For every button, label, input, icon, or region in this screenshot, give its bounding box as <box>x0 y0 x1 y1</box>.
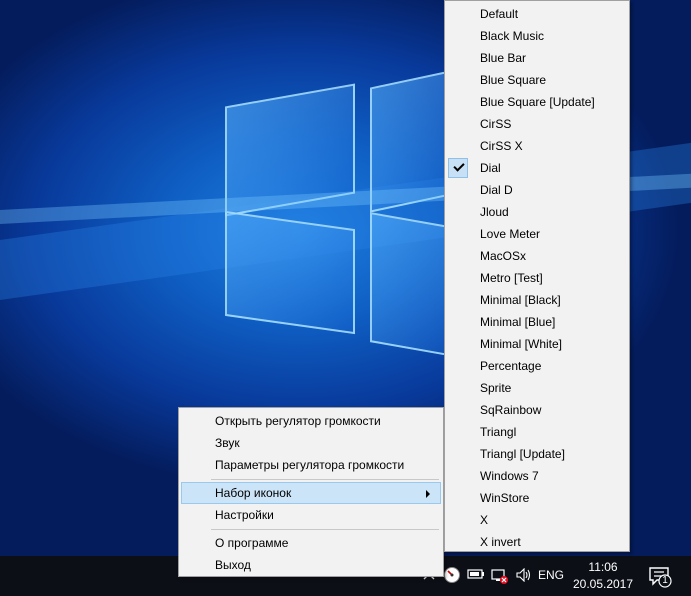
skin-item-label: Minimal [Blue] <box>480 315 556 329</box>
skin-item-minimal-white[interactable]: Minimal [White] <box>447 333 627 355</box>
menu-separator <box>211 529 439 530</box>
skin-item-label: X <box>480 513 489 527</box>
skin-item-label: Windows 7 <box>480 469 539 483</box>
skin-item-minimal-blue[interactable]: Minimal [Blue] <box>447 311 627 333</box>
skin-item-cirss[interactable]: CirSS <box>447 113 627 135</box>
check-indicator <box>448 158 468 178</box>
network-disconnected-icon[interactable] <box>491 568 509 584</box>
checkmark-icon <box>453 160 465 172</box>
skin-item-label: Percentage <box>480 359 542 373</box>
clock[interactable]: 11:06 20.05.2017 <box>560 559 646 593</box>
skin-item-x[interactable]: X <box>447 509 627 531</box>
skin-item-label: Black Music <box>480 29 545 43</box>
skin-item-dial-d[interactable]: Dial D <box>447 179 627 201</box>
menu-item-label: Выход <box>215 558 251 572</box>
skin-item-label: Metro [Test] <box>480 271 543 285</box>
skin-item-label: CirSS <box>480 117 512 131</box>
menu-item-exit[interactable]: Выход <box>181 554 441 576</box>
menu-item-settings[interactable]: Настройки <box>181 504 441 526</box>
notification-count-badge: 1 <box>662 575 668 586</box>
skin-item-label: Minimal [Black] <box>480 293 561 307</box>
skin-item-sprite[interactable]: Sprite <box>447 377 627 399</box>
skin-item-triangl-update[interactable]: Triangl [Update] <box>447 443 627 465</box>
skin-item-windows-7[interactable]: Windows 7 <box>447 465 627 487</box>
skin-item-percentage[interactable]: Percentage <box>447 355 627 377</box>
battery-icon[interactable] <box>467 568 485 584</box>
menu-item-label: Настройки <box>215 508 274 522</box>
menu-item-volume-settings[interactable]: Параметры регулятора громкости <box>181 454 441 476</box>
skin-item-label: Triangl [Update] <box>480 447 565 461</box>
skin-item-label: Dial D <box>480 183 513 197</box>
skin-item-label: SqRainbow <box>480 403 542 417</box>
skin-item-label: Love Meter <box>480 227 541 241</box>
skin-item-label: Dial <box>480 161 501 175</box>
skin-item-minimal-black[interactable]: Minimal [Black] <box>447 289 627 311</box>
clock-time: 11:06 <box>588 560 618 574</box>
submenu-arrow-icon <box>426 490 430 498</box>
skin-item-label: Blue Square [Update] <box>480 95 595 109</box>
speaker-icon[interactable] <box>515 567 533 584</box>
menu-item-icon-set[interactable]: Набор иконок <box>181 482 441 504</box>
menu-item-about[interactable]: О программе <box>181 532 441 554</box>
tray-context-menu: Открыть регулятор громкости Звук Парамет… <box>178 407 444 577</box>
menu-item-open-volume-mixer[interactable]: Открыть регулятор громкости <box>181 410 441 432</box>
skin-item-love-meter[interactable]: Love Meter <box>447 223 627 245</box>
skin-item-label: WinStore <box>480 491 530 505</box>
menu-item-label: О программе <box>215 536 289 550</box>
skin-item-black-music[interactable]: Black Music <box>447 25 627 47</box>
skin-item-x-invert[interactable]: X invert <box>447 531 627 553</box>
skin-item-cirss-x[interactable]: CirSS X <box>447 135 627 157</box>
skin-item-blue-bar[interactable]: Blue Bar <box>447 47 627 69</box>
menu-item-label: Звук <box>215 436 240 450</box>
menu-item-label: Открыть регулятор громкости <box>215 414 381 428</box>
menu-item-sound[interactable]: Звук <box>181 432 441 454</box>
icon-set-submenu: Default Black Music Blue Bar Blue Square… <box>444 0 630 552</box>
skin-item-sqrainbow[interactable]: SqRainbow <box>447 399 627 421</box>
skin-item-label: Minimal [White] <box>480 337 563 351</box>
skin-item-label: Jloud <box>480 205 509 219</box>
menu-item-label: Набор иконок <box>215 486 292 500</box>
skin-item-triangl[interactable]: Triangl <box>447 421 627 443</box>
menu-item-label: Параметры регулятора громкости <box>215 458 405 472</box>
skin-item-winstore[interactable]: WinStore <box>447 487 627 509</box>
skin-item-macosx[interactable]: MacOSx <box>447 245 627 267</box>
skin-item-blue-square-update[interactable]: Blue Square [Update] <box>447 91 627 113</box>
skin-item-label: MacOSx <box>480 249 527 263</box>
skin-item-label: X invert <box>480 535 521 549</box>
wallpaper-window-pane <box>225 210 355 335</box>
menu-separator <box>211 479 439 480</box>
action-center-button[interactable]: 1 <box>648 565 674 589</box>
clock-date: 20.05.2017 <box>572 577 634 591</box>
skin-item-label: CirSS X <box>480 139 523 153</box>
skin-item-label: Blue Bar <box>480 51 527 65</box>
skin-item-jloud[interactable]: Jloud <box>447 201 627 223</box>
skin-item-blue-square[interactable]: Blue Square <box>447 69 627 91</box>
skin-item-dial[interactable]: Dial <box>447 157 627 179</box>
skin-item-metro-test[interactable]: Metro [Test] <box>447 267 627 289</box>
dial-volume-icon[interactable] <box>443 566 461 583</box>
skin-item-default[interactable]: Default <box>447 3 627 25</box>
skin-item-label: Default <box>480 7 519 21</box>
skin-item-label: Blue Square <box>480 73 547 87</box>
skin-item-label: Triangl <box>480 425 517 439</box>
skin-item-label: Sprite <box>480 381 512 395</box>
